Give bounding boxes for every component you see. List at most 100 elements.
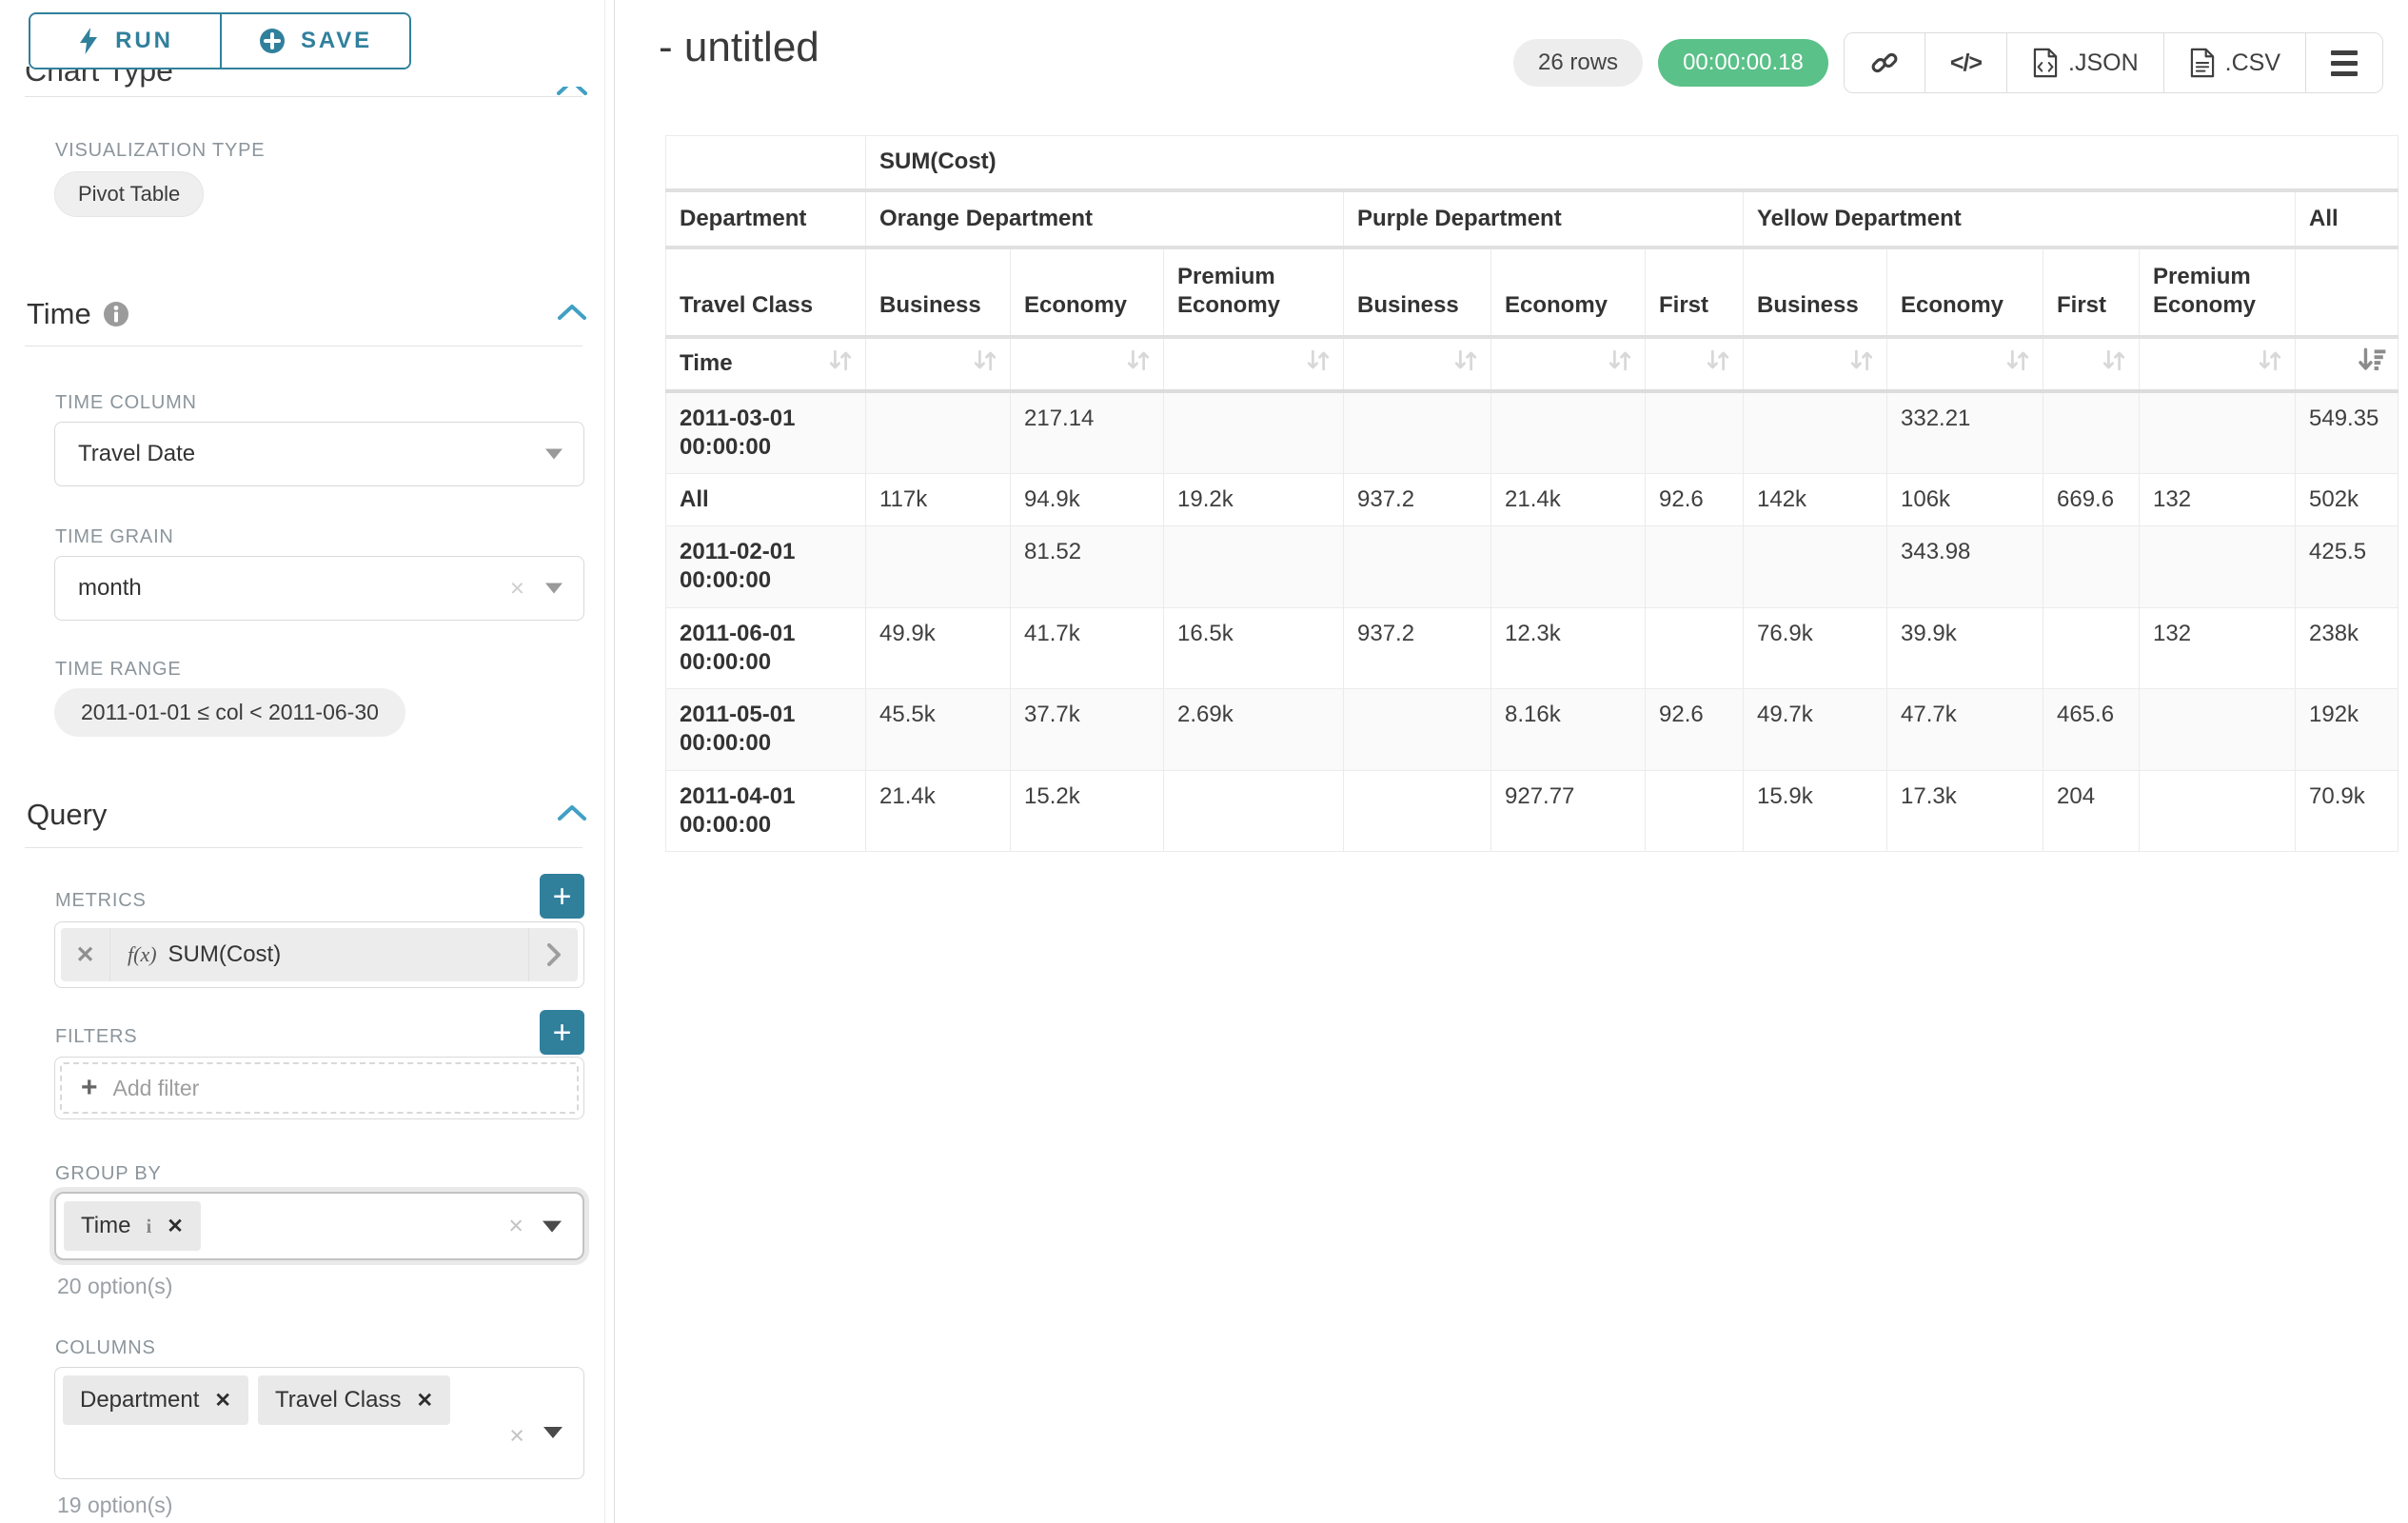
pivot-cell: 332.21 — [1887, 391, 2043, 474]
chip-remove-icon[interactable]: ✕ — [214, 1389, 231, 1413]
group-header: Purple Department — [1344, 190, 1744, 247]
pivot-cell — [1164, 770, 1344, 851]
sort-icon[interactable] — [1846, 346, 1877, 382]
department-header-row: Department Orange Department Purple Depa… — [666, 190, 2398, 247]
pivot-cell: 106k — [1887, 473, 2043, 525]
lightning-icon — [77, 27, 100, 55]
metrics-label: METRICS — [55, 890, 147, 912]
pivot-cell — [1646, 526, 1744, 607]
sort-icon[interactable] — [1703, 346, 1733, 382]
run-button[interactable]: RUN — [30, 14, 220, 68]
view-query-button[interactable]: </> — [1924, 33, 2006, 92]
sort-icon[interactable] — [1123, 346, 1154, 382]
time-column-select[interactable]: Travel Date — [54, 422, 584, 486]
sort-icon[interactable] — [2255, 346, 2285, 382]
export-json-button[interactable]: .JSON — [2006, 33, 2163, 92]
time-sort-header[interactable]: Time — [666, 337, 866, 391]
clear-icon[interactable]: × — [510, 574, 524, 603]
caret-down-icon — [543, 1427, 563, 1438]
metrics-control: ✕ f(x) SUM(Cost) — [54, 921, 584, 988]
clear-icon[interactable]: × — [509, 1421, 524, 1451]
add-metric-button[interactable]: + — [540, 874, 584, 919]
remove-metric-icon[interactable]: ✕ — [61, 928, 110, 981]
class-header: Business — [866, 247, 1011, 337]
chip-remove-icon[interactable]: ✕ — [167, 1215, 184, 1238]
pivot-cell: 49.7k — [1744, 689, 1887, 770]
share-link-button[interactable] — [1845, 33, 1924, 92]
viz-type-pill[interactable]: Pivot Table — [54, 171, 204, 217]
pivot-cell: 465.6 — [2043, 689, 2140, 770]
pivot-cell — [1646, 770, 1744, 851]
sort-icon[interactable] — [970, 346, 1000, 382]
columns-select[interactable]: Department ✕ Travel Class ✕ × — [54, 1367, 584, 1479]
query-collapse-chevron-icon[interactable] — [557, 803, 587, 827]
sort-header[interactable] — [2043, 337, 2140, 391]
sort-icon[interactable] — [1451, 346, 1481, 382]
sort-icon[interactable] — [825, 346, 856, 382]
sort-icon[interactable] — [1303, 346, 1333, 382]
pivot-cell: 15.2k — [1011, 770, 1164, 851]
pivot-cell: 238k — [2296, 607, 2398, 688]
add-filter-button[interactable]: + Add filter — [60, 1062, 579, 1114]
pivot-cell: 92.6 — [1646, 689, 1744, 770]
pivot-cell — [2140, 770, 2296, 851]
sort-header[interactable] — [2140, 337, 2296, 391]
class-header — [2296, 247, 2398, 337]
chip-remove-icon[interactable]: ✕ — [416, 1389, 433, 1413]
menu-button[interactable] — [2305, 33, 2382, 92]
columns-chip-department[interactable]: Department ✕ — [63, 1375, 248, 1425]
group-header: Yellow Department — [1744, 190, 2296, 247]
group-by-chip-time[interactable]: Time i ✕ — [64, 1201, 201, 1251]
pivot-cell — [2043, 607, 2140, 688]
time-range-pill[interactable]: 2011-01-01 ≤ col < 2011-06-30 — [54, 688, 405, 737]
chart-title[interactable]: - untitled — [659, 24, 819, 71]
metric-pill[interactable]: ✕ f(x) SUM(Cost) — [61, 928, 578, 981]
filters-control: + Add filter — [54, 1057, 584, 1119]
add-filter-plus-button[interactable]: + — [540, 1010, 584, 1055]
sort-header[interactable] — [1164, 337, 1344, 391]
sort-header[interactable] — [1744, 337, 1887, 391]
pivot-cell: 549.35 — [2296, 391, 2398, 474]
columns-chip-travel-class[interactable]: Travel Class ✕ — [258, 1375, 450, 1425]
clear-icon[interactable]: × — [508, 1212, 523, 1241]
export-csv-button[interactable]: .CSV — [2163, 33, 2305, 92]
explore-page: Chart Type RUN SAVE VISUALIZ — [0, 0, 2408, 1523]
open-metric-chevron-icon[interactable] — [528, 928, 578, 981]
row-count-badge: 26 rows — [1513, 39, 1643, 87]
pivot-cell — [1344, 526, 1491, 607]
table-row: 2011-02-01 00:00:0081.52343.98425.5 — [666, 526, 2398, 607]
sort-icon[interactable] — [1605, 346, 1635, 382]
pivot-cell: 21.4k — [1491, 473, 1646, 525]
pivot-cell: 37.7k — [1011, 689, 1164, 770]
sort-header[interactable] — [1011, 337, 1164, 391]
time-section-title: Time — [27, 297, 129, 331]
save-button[interactable]: SAVE — [220, 14, 409, 68]
pivot-cell: 92.6 — [1646, 473, 1744, 525]
sort-desc-active-icon[interactable] — [2356, 346, 2388, 383]
table-row: 2011-04-01 00:00:0021.4k15.2k927.7715.9k… — [666, 770, 2398, 851]
pivot-cell — [1646, 391, 1744, 474]
class-header: Economy — [1887, 247, 2043, 337]
query-timer-badge: 00:00:00.18 — [1658, 39, 1828, 87]
header-controls: 26 rows 00:00:00.18 </> — [1513, 32, 2383, 93]
pivot-cell: 15.9k — [1744, 770, 1887, 851]
sort-header-sorted-desc[interactable] — [2296, 337, 2398, 391]
caret-down-icon — [545, 583, 563, 594]
panel-scrollbar[interactable] — [604, 0, 605, 1523]
metric-header-row: SUM(Cost) — [666, 136, 2398, 190]
csv-file-icon — [2189, 48, 2216, 78]
sort-header[interactable] — [1646, 337, 1744, 391]
divider — [25, 847, 582, 848]
sort-header[interactable] — [1887, 337, 2043, 391]
sort-header[interactable] — [1491, 337, 1646, 391]
sort-icon[interactable] — [2099, 346, 2129, 382]
pivot-cell: 39.9k — [1887, 607, 2043, 688]
query-section-title: Query — [27, 798, 107, 832]
sort-icon[interactable] — [2003, 346, 2033, 382]
time-collapse-chevron-icon[interactable] — [557, 303, 587, 326]
sort-header[interactable] — [866, 337, 1011, 391]
time-grain-select[interactable]: month × — [54, 556, 584, 621]
sort-header[interactable] — [1344, 337, 1491, 391]
group-by-select[interactable]: Time i ✕ × — [54, 1192, 584, 1260]
pivot-cell: 49.9k — [866, 607, 1011, 688]
